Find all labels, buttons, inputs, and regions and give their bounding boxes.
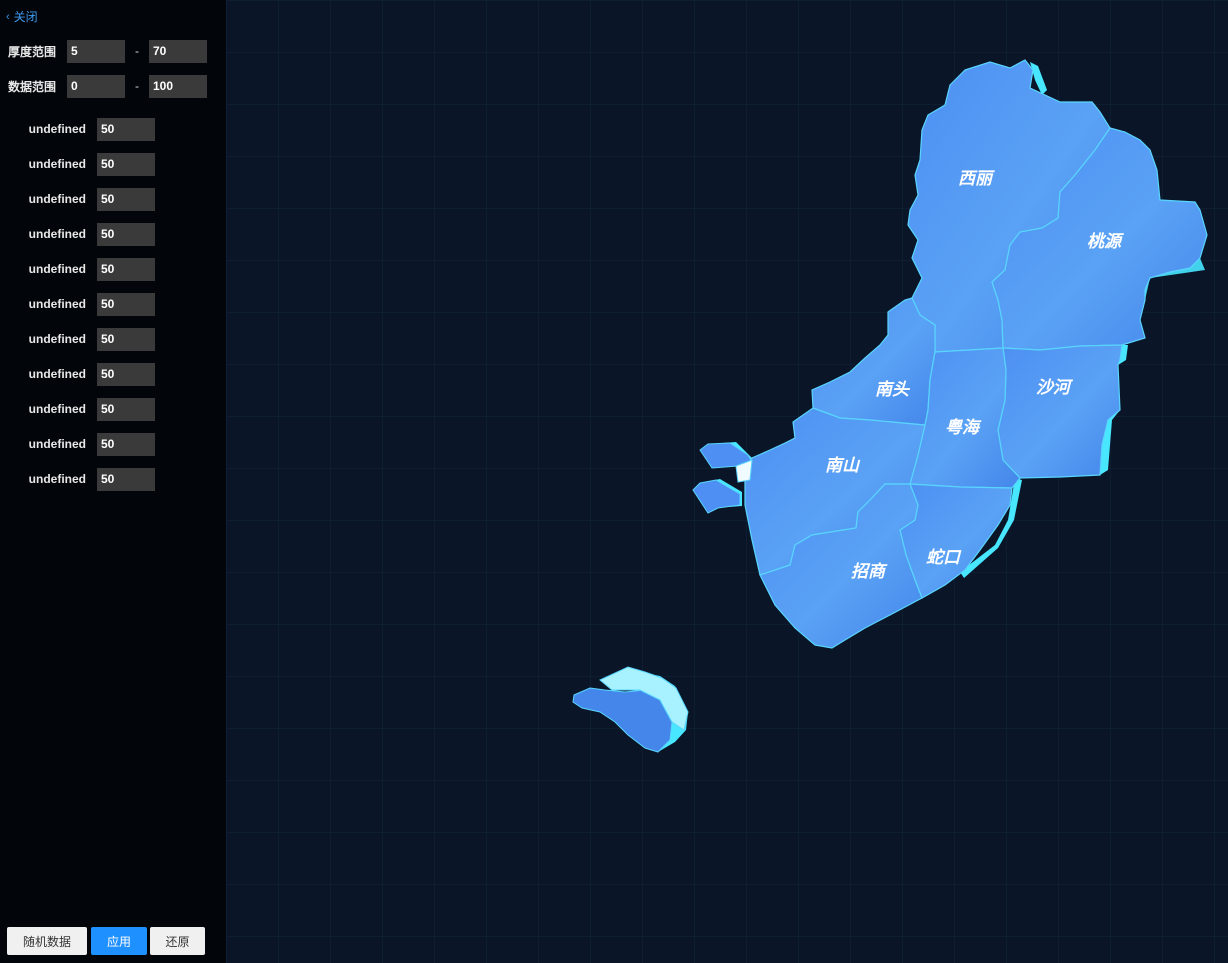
item-label: undefined [28, 192, 86, 206]
thickness-min-input[interactable] [67, 39, 125, 63]
region-label-taoyuan: 桃源 [1087, 232, 1124, 252]
thickness-range-label: 厚度范围 [8, 44, 57, 59]
item-label: undefined [28, 297, 86, 311]
region-label-nantou: 南头 [875, 380, 911, 400]
item-label: undefined [28, 332, 86, 346]
item-value-input[interactable] [97, 187, 155, 211]
close-link[interactable]: ‹ 关闭 [6, 8, 38, 25]
random-data-button[interactable]: 随机数据 [7, 927, 87, 955]
item-row: undefined [0, 187, 155, 211]
item-label: undefined [28, 262, 86, 276]
item-row: undefined [0, 327, 155, 351]
item-row: undefined [0, 292, 155, 316]
item-row: undefined [0, 117, 155, 141]
item-label: undefined [28, 402, 86, 416]
region-label-nanshan: 南山 [825, 456, 861, 476]
region-label-zhaoshang: 招商 [851, 562, 888, 582]
data-range-label: 数据范围 [8, 79, 57, 94]
item-value-input[interactable] [97, 257, 155, 281]
item-value-input[interactable] [97, 222, 155, 246]
range-separator: - [135, 44, 139, 58]
data-min-input[interactable] [67, 74, 125, 98]
item-value-input[interactable] [97, 292, 155, 316]
thickness-range-row: 厚度范围 - [8, 39, 207, 63]
range-separator: - [135, 79, 139, 93]
district-map[interactable]: 西丽 桃源 南头 沙河 粤海 南山 蛇口 招商 [226, 0, 1228, 963]
item-row: undefined [0, 257, 155, 281]
item-value-input[interactable] [97, 152, 155, 176]
item-label: undefined [28, 437, 86, 451]
item-label: undefined [28, 367, 86, 381]
reset-button[interactable]: 还原 [150, 927, 205, 955]
region-label-yuehai: 粤海 [945, 418, 982, 438]
region-label-shekou: 蛇口 [926, 548, 962, 568]
region-label-shahe: 沙河 [1036, 378, 1074, 398]
item-value-input[interactable] [97, 432, 155, 456]
config-panel: ‹ 关闭 厚度范围 - 数据范围 - undefined undefined u… [0, 0, 226, 963]
item-row: undefined [0, 467, 155, 491]
chevron-left-icon: ‹ [6, 10, 10, 23]
item-label: undefined [28, 472, 86, 486]
item-row: undefined [0, 432, 155, 456]
item-row: undefined [0, 222, 155, 246]
item-label: undefined [28, 122, 86, 136]
close-label: 关闭 [13, 10, 38, 24]
map-view[interactable]: 西丽 桃源 南头 沙河 粤海 南山 蛇口 招商 [226, 0, 1228, 963]
item-value-input[interactable] [97, 327, 155, 351]
item-label: undefined [28, 157, 86, 171]
item-value-input[interactable] [97, 117, 155, 141]
thickness-max-input[interactable] [149, 39, 207, 63]
data-max-input[interactable] [149, 74, 207, 98]
item-value-input[interactable] [97, 397, 155, 421]
item-row: undefined [0, 152, 155, 176]
apply-button[interactable]: 应用 [91, 927, 147, 955]
item-label: undefined [28, 227, 86, 241]
item-value-input[interactable] [97, 467, 155, 491]
item-value-input[interactable] [97, 362, 155, 386]
region-label-xili: 西丽 [958, 169, 995, 189]
item-row: undefined [0, 397, 155, 421]
data-range-row: 数据范围 - [8, 74, 207, 98]
item-row: undefined [0, 362, 155, 386]
